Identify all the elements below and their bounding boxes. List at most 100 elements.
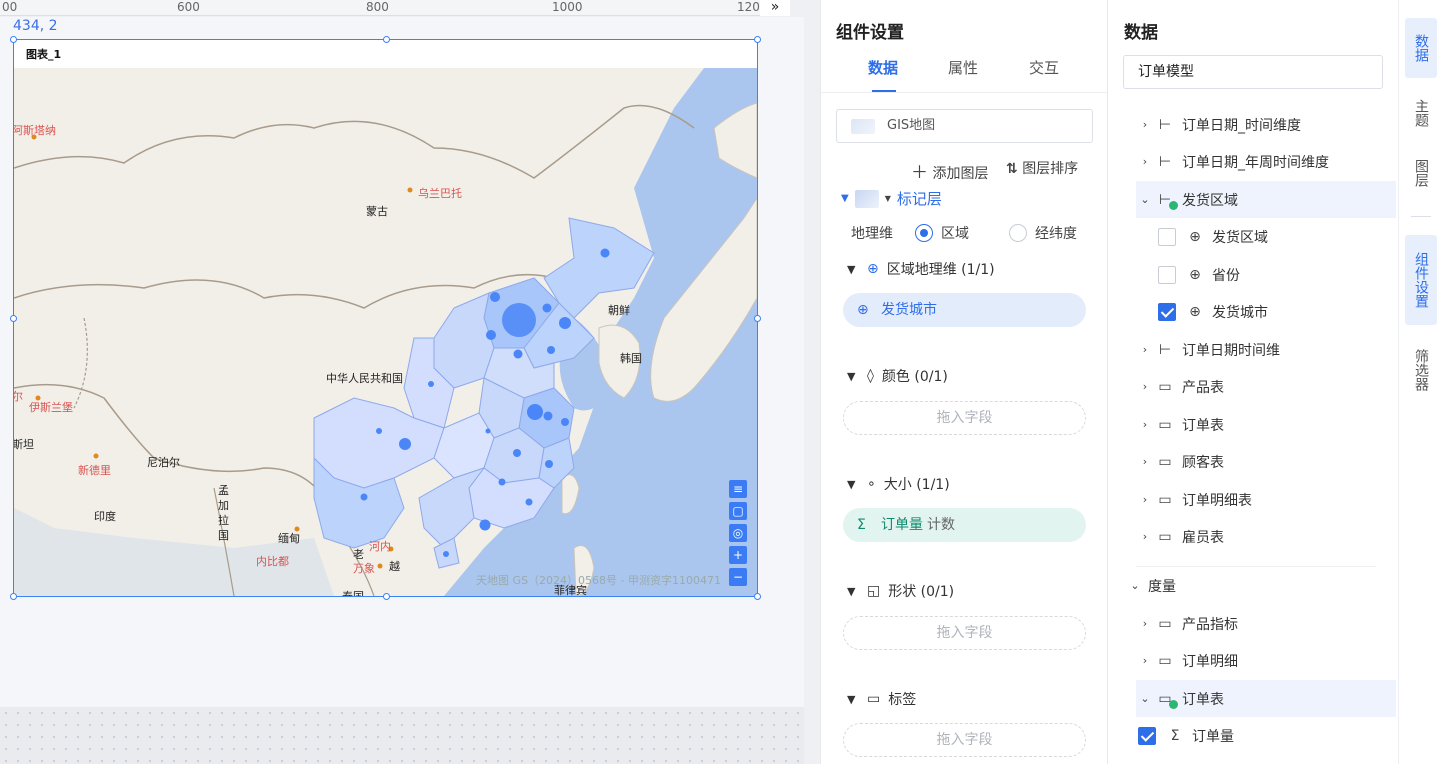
- chevron-right-icon: ›: [1142, 118, 1148, 131]
- section-label[interactable]: ▼ ▭ 标签: [847, 689, 916, 709]
- tree-item-label: 订单表: [1182, 417, 1224, 434]
- chevron-right-icon: ›: [1142, 530, 1148, 543]
- tree-item[interactable]: › ▭ 产品表: [1136, 368, 1396, 405]
- map-chart-widget[interactable]: 图表_1 阿斯塔纳 乌兰巴托 蒙古 朝鲜 韩国 中华人民共和国 尔 伊斯兰堡 斯…: [10, 36, 761, 600]
- tree-item-label: 发货城市: [1212, 304, 1268, 321]
- map-label: 中华人民共和国: [326, 372, 403, 385]
- shape-dropzone[interactable]: 拖入字段: [843, 616, 1086, 650]
- tree-item[interactable]: › ▭ 产品指标: [1136, 605, 1396, 642]
- hierarchy-icon: ⊢: [1158, 341, 1172, 358]
- map-label: 越: [389, 560, 400, 573]
- tree-item[interactable]: › ⊢ 订单日期_年周时间维度: [1136, 143, 1396, 180]
- resize-handle[interactable]: [383, 36, 390, 43]
- label-dropzone[interactable]: 拖入字段: [843, 723, 1086, 757]
- chevron-right-icon: ›: [1142, 155, 1148, 168]
- collapse-panel-icon[interactable]: »: [760, 0, 790, 16]
- canvas-area[interactable]: 00 600 800 1000 1200 » 434, 2 图表_1 阿斯塔纳 …: [0, 0, 820, 764]
- map-label: 乌兰巴托: [418, 187, 462, 200]
- radio-latlng-label: 经纬度: [1035, 226, 1077, 242]
- tab-interaction[interactable]: 交互: [1029, 57, 1059, 78]
- section-color[interactable]: ▼ ◊ 颜色 (0/1): [847, 366, 948, 386]
- section-label: 颜色 (0/1): [881, 369, 948, 385]
- tree-item-label: 订单量: [1192, 728, 1234, 745]
- chart-type-select[interactable]: GIS地图: [836, 109, 1093, 143]
- tree-field-row[interactable]: ⊕ 发货区域: [1136, 218, 1396, 255]
- rail-component-settings[interactable]: 组件设置: [1405, 235, 1437, 325]
- map-label: 伊斯兰堡: [29, 401, 73, 414]
- tree-item[interactable]: › ⊢ 订单日期时间维: [1136, 331, 1396, 368]
- measure-group[interactable]: ⌄ 度量: [1126, 567, 1386, 604]
- divider: [1411, 216, 1431, 217]
- tree-item[interactable]: › ▭ 订单明细表: [1136, 481, 1396, 518]
- region-field-pill[interactable]: ⊕ 发货城市: [843, 293, 1086, 327]
- folder-icon: ▭: [1158, 416, 1172, 433]
- legend-icon[interactable]: ≡: [729, 480, 747, 498]
- size-field-pill[interactable]: Σ 订单量 计数: [843, 508, 1086, 542]
- size-icon: ∘: [867, 476, 876, 492]
- rail-data[interactable]: 数据: [1405, 18, 1437, 78]
- zoom-in-icon[interactable]: +: [729, 546, 747, 564]
- locate-icon[interactable]: ◎: [729, 524, 747, 542]
- map-label: 斯坦: [14, 438, 34, 451]
- resize-handle[interactable]: [10, 593, 17, 600]
- tree-item-expanded[interactable]: ⌄ ⊢ 发货区域: [1136, 181, 1396, 218]
- section-region-dim[interactable]: ▼ ⊕ 区域地理维 (1/1): [847, 259, 995, 279]
- add-layer-button[interactable]: ＋ 添加图层: [911, 158, 988, 183]
- tree-field-row[interactable]: ⊕ 发货城市: [1136, 293, 1396, 330]
- globe-icon: ⊕: [867, 261, 879, 277]
- tree-item[interactable]: › ▭ 订单明细: [1136, 642, 1396, 679]
- folder-icon: ▭: [1158, 453, 1172, 470]
- tree-item[interactable]: › ⊢ 订单日期_时间维度: [1136, 106, 1396, 143]
- tree-item[interactable]: › ▭ 顾客表: [1136, 443, 1396, 480]
- tree-item-label: 雇员表: [1182, 529, 1224, 546]
- field-checkbox-checked[interactable]: [1138, 726, 1156, 745]
- resize-handle[interactable]: [10, 315, 17, 322]
- chevron-down-icon: ▼: [841, 193, 849, 204]
- section-size[interactable]: ▼ ∘ 大小 (1/1): [847, 474, 950, 494]
- tree-item-expanded[interactable]: ⌄ ▭ 订单表: [1136, 680, 1396, 717]
- resize-handle[interactable]: [383, 593, 390, 600]
- marker-layer-item[interactable]: ▼ ▼ 标记层: [841, 188, 942, 209]
- tree-item-label: 订单明细: [1182, 653, 1238, 670]
- rail-theme[interactable]: 主题: [1405, 90, 1437, 136]
- tree-field-row[interactable]: ⊕ 省份: [1136, 256, 1396, 293]
- color-dropzone[interactable]: 拖入字段: [843, 401, 1086, 435]
- section-shape[interactable]: ▼ ◱ 形状 (0/1): [847, 581, 954, 601]
- geo-type-row: 地理维 区域 经纬度: [851, 223, 1077, 243]
- zoom-out-icon[interactable]: −: [729, 568, 747, 586]
- map-label: 蒙古: [366, 205, 388, 218]
- tab-data[interactable]: 数据: [868, 57, 898, 78]
- rail-layers[interactable]: 图层: [1405, 150, 1437, 196]
- resize-handle[interactable]: [754, 315, 761, 322]
- resize-handle[interactable]: [754, 36, 761, 43]
- chevron-right-icon: ›: [1142, 617, 1148, 630]
- radio-region[interactable]: [915, 224, 933, 242]
- position-readout: 434, 2: [13, 18, 58, 34]
- tree-item[interactable]: › ▭ 订单表: [1136, 406, 1396, 443]
- field-checkbox[interactable]: [1158, 227, 1176, 246]
- folder-icon: ▭: [1158, 491, 1172, 508]
- tree-item-label: 发货区域: [1182, 192, 1238, 209]
- select-area-icon[interactable]: ▢: [729, 502, 747, 520]
- map-label: 内比都: [256, 555, 289, 568]
- field-checkbox[interactable]: [1158, 265, 1176, 284]
- hierarchy-check-icon: ⊢: [1154, 192, 1178, 210]
- panel-title: 组件设置: [836, 23, 904, 43]
- sort-layer-button[interactable]: ⇅ 图层排序: [1006, 158, 1078, 178]
- tree-field-row[interactable]: Σ 订单量: [1136, 717, 1396, 754]
- field-checkbox-checked[interactable]: [1158, 302, 1176, 321]
- divider: [821, 92, 1109, 93]
- geo-label: 地理维: [851, 226, 893, 242]
- tab-properties[interactable]: 属性: [948, 57, 978, 78]
- map-thumbnail-icon: [851, 119, 875, 134]
- gis-map[interactable]: 阿斯塔纳 乌兰巴托 蒙古 朝鲜 韩国 中华人民共和国 尔 伊斯兰堡 斯坦 新德里…: [14, 68, 757, 596]
- tree-item[interactable]: › ▭ 雇员表: [1136, 518, 1396, 555]
- right-rail: 数据 主题 图层 组件设置 筛选器: [1398, 0, 1444, 764]
- resize-handle[interactable]: [10, 36, 17, 43]
- section-label-text: 标签: [888, 692, 917, 708]
- data-panel: 数据 订单模型 › ⊢ 订单日期_时间维度 › ⊢ 订单日期_年周时间维度 ⌄ …: [1108, 0, 1398, 764]
- rail-filter[interactable]: 筛选器: [1405, 340, 1437, 400]
- data-model-select[interactable]: 订单模型: [1123, 55, 1383, 89]
- resize-handle[interactable]: [754, 593, 761, 600]
- radio-latlng[interactable]: [1009, 224, 1027, 242]
